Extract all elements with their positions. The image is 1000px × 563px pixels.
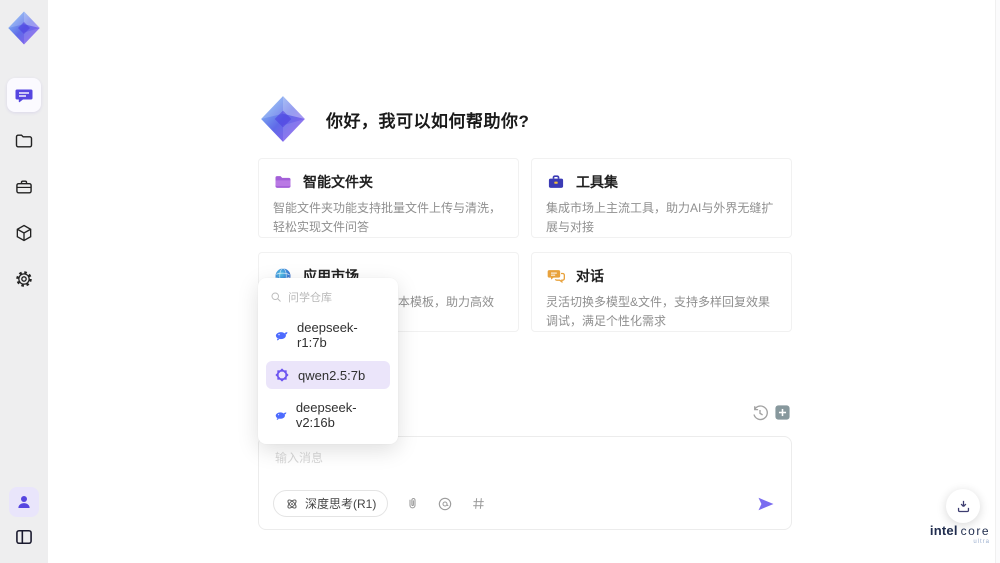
download-icon [957, 500, 969, 512]
chat-icon [15, 89, 33, 103]
gear-icon [16, 271, 32, 287]
mention-button[interactable] [436, 495, 454, 513]
panel-icon [16, 529, 32, 545]
atom-icon [287, 498, 297, 509]
qwen-icon [275, 368, 289, 382]
card-description: 集成市场上主流工具，助力AI与外界无缝扩展与对接 [546, 201, 774, 234]
grid-hash-icon [473, 498, 484, 509]
card-title: 对话 [576, 268, 604, 284]
sidebar-item-panel-toggle[interactable] [9, 523, 39, 551]
model-search-label: 问学仓库 [288, 292, 332, 304]
input-actions: 深度思考(R1) [273, 490, 777, 517]
send-button[interactable] [755, 493, 777, 515]
sidebar-item-models[interactable] [7, 216, 41, 250]
deepseek-icon [275, 412, 287, 420]
card-dialog[interactable]: 对话 灵活切换多模型&文件，支持多样回复效果调试，满足个性化需求 [531, 252, 792, 332]
cube-icon [16, 224, 32, 242]
window-edge [995, 0, 1000, 563]
parameters-button[interactable] [469, 495, 487, 513]
model-option-deepseek-v2[interactable]: deepseek-v2:16b [266, 394, 390, 436]
model-option-label: qwen2.5:7b [298, 367, 366, 383]
model-search[interactable]: 问学仓库 [266, 286, 390, 314]
model-option-label: deepseek-r1:7b [297, 320, 358, 350]
sidebar-item-chat[interactable] [7, 78, 41, 112]
model-option-qwen[interactable]: qwen2.5:7b [266, 361, 390, 389]
intel-wordmark: intel [929, 523, 958, 538]
sidebar-nav [7, 78, 41, 296]
intel-core-logo: intel core ultra [929, 523, 990, 545]
paperclip-icon [409, 498, 416, 509]
deepseek-icon [275, 332, 288, 341]
briefcase-icon [16, 180, 32, 194]
download-button[interactable] [946, 489, 980, 523]
card-title: 智能文件夹 [303, 174, 373, 190]
app-window: 你好，我可以如何帮助你? 智能文件夹 智能文件夹功能支持批量文件上传与清洗，轻松… [0, 0, 1000, 563]
dialog-icon [547, 270, 565, 284]
sidebar [0, 0, 48, 563]
folder-icon [15, 134, 33, 148]
plus-square-icon [775, 405, 790, 420]
core-wordmark: core [960, 524, 990, 538]
at-circle-icon [439, 497, 452, 510]
user-icon [18, 496, 30, 508]
send-icon [758, 497, 774, 510]
assistant-logo-icon [261, 96, 305, 142]
chat-input-box: 深度思考(R1) [258, 436, 792, 530]
search-icon [271, 292, 281, 302]
toolset-icon [548, 175, 564, 188]
sidebar-item-user[interactable] [9, 487, 39, 517]
deep-think-label: 深度思考(R1) [305, 497, 377, 511]
model-option-deepseek-r1[interactable]: deepseek-r1:7b [266, 314, 390, 356]
message-input[interactable] [273, 447, 757, 491]
attach-button[interactable] [403, 495, 421, 513]
card-title: 工具集 [576, 174, 618, 190]
sidebar-bottom [9, 487, 39, 551]
history-icon [753, 405, 768, 421]
smart-folder-icon [275, 176, 291, 188]
greeting-text: 你好，我可以如何帮助你? [326, 111, 530, 131]
model-dropdown: 问学仓库 deepseek-r1:7b qwen2.5:7b deepseek-… [258, 278, 398, 444]
app-logo-icon [8, 11, 40, 45]
sidebar-item-toolbox[interactable] [7, 170, 41, 204]
new-chat-button[interactable] [774, 404, 791, 421]
tier-label: ultra [973, 539, 990, 545]
greeting: 你好，我可以如何帮助你? [258, 94, 529, 144]
model-option-label: deepseek-v2:16b [295, 400, 357, 430]
sidebar-item-settings[interactable] [7, 262, 41, 296]
card-toolset[interactable]: 工具集 集成市场上主流工具，助力AI与外界无缝扩展与对接 [531, 158, 792, 238]
sidebar-item-folders[interactable] [7, 124, 41, 158]
card-description: 灵活切换多模型&文件，支持多样回复效果调试，满足个性化需求 [546, 295, 771, 328]
history-button[interactable] [751, 404, 769, 422]
card-smart-folder[interactable]: 智能文件夹 智能文件夹功能支持批量文件上传与清洗，轻松实现文件问答 [258, 158, 519, 238]
deep-think-toggle[interactable]: 深度思考(R1) [273, 490, 389, 517]
card-description: 智能文件夹功能支持批量文件上传与清洗，轻松实现文件问答 [273, 201, 502, 234]
